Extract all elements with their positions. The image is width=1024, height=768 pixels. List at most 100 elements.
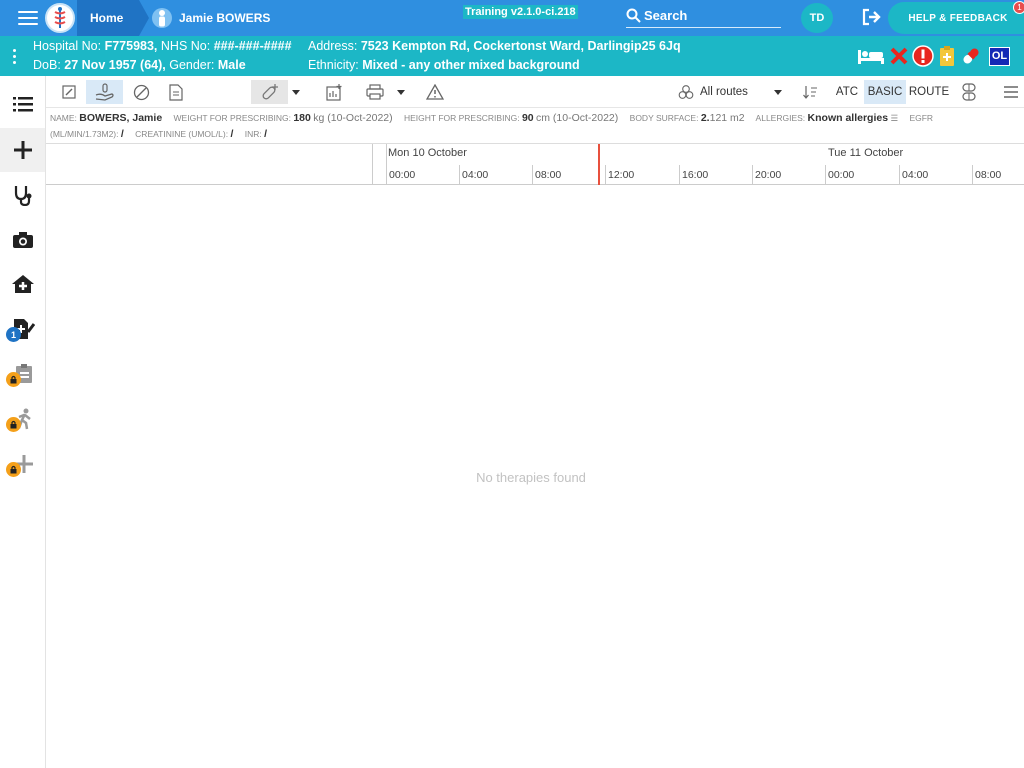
ol-badge[interactable]: OL [989,46,1010,66]
weight-unit: kg (10-Oct-2022) [313,112,393,124]
group-basic-button[interactable]: BASIC [864,80,906,104]
nhs-no-value: ###-###-#### [213,39,292,53]
gender-value: Male [217,58,246,72]
timeline-divider [372,144,373,185]
medical-home-icon [11,275,34,293]
logout-icon[interactable] [861,8,881,26]
allergies-menu-icon[interactable]: ☰ [890,113,898,123]
sidebar-count-badge: 1 [6,327,21,342]
more-options-icon[interactable] [13,49,17,67]
banner-address-line: Address: 7523 Kempton Rd, Cockertonst Wa… [308,39,681,53]
hospital-no-label: Hospital No: [33,39,102,53]
egfr-value: / [120,128,124,140]
warning-triangle-icon [426,84,444,100]
height-unit: cm (10-Oct-2022) [536,112,619,124]
breadcrumb-patient[interactable]: Jamie BOWERS [152,0,270,36]
caduceus-icon [54,7,66,28]
cross-alert-icon[interactable] [890,46,908,66]
print-dropdown[interactable] [395,80,407,104]
clipboard-alert-icon[interactable] [938,45,956,67]
dob-value: 27 Nov 1957 (64), [64,58,166,72]
help-feedback-button[interactable]: HELP & FEEDBACK [888,2,1024,34]
top-bar: Home Jamie BOWERS Training v2.1.0-ci.218… [0,0,1024,36]
lock-icon [10,465,17,474]
patient-banner: Hospital No: F775983, NHS No: ###-###-##… [0,36,1024,76]
routes-select[interactable]: All routes [678,80,788,104]
chevron-down-icon [397,89,405,95]
hand-pill-view-button[interactable] [86,80,123,104]
sidebar-item-home-care[interactable] [0,262,45,306]
weight-label: WEIGHT FOR PRESCRIBING: [173,113,291,123]
inr-value: / [264,128,268,140]
edit-view-button[interactable] [58,80,80,104]
sort-icon [803,86,817,99]
timeline-tick: 20:00 [752,165,781,185]
banner-dob-line: DoB: 27 Nov 1957 (64), Gender: Male [33,58,246,72]
group-route-button[interactable]: ROUTE [909,80,949,104]
breadcrumb-home[interactable]: Home [77,0,149,36]
user-avatar[interactable]: TD [801,3,833,33]
egfr-unit-label: (ML/MIN/1.73M2): [50,129,119,139]
search-field[interactable]: Search [626,4,781,28]
routes-select-label: All routes [700,86,748,98]
name-value: BOWERS, Jamie [79,112,163,124]
lock-badge-1 [6,372,21,387]
address-value: 7523 Kempton Rd, Cockertonst Ward, Darli… [360,39,681,53]
bsa-label: BODY SURFACE: [629,113,699,123]
bsa-unit: 121 m2 [709,112,745,124]
nhs-no-label: NHS No: [160,39,211,53]
dob-label: DoB: [33,58,61,72]
print-button[interactable] [364,80,386,104]
bed-icon[interactable] [856,46,886,66]
edit-icon [62,85,76,99]
allergies-label: ALLERGIES: [755,113,806,123]
egfr-label: EGFR [909,113,934,123]
calendar-add-icon [325,83,341,101]
hand-pill-icon [95,83,114,101]
patient-icon [152,8,172,28]
warnings-button[interactable] [424,80,446,104]
view-menu-button[interactable] [1000,80,1022,104]
creatinine-label: CREATININE (UMOL/L): [135,129,229,139]
group-atc-button[interactable]: ATC [833,80,861,104]
app-logo[interactable] [45,3,75,33]
routes-icon [678,85,694,99]
ethnicity-label: Ethnicity: [308,58,359,72]
search-icon [626,8,641,23]
hamburger-menu-icon[interactable] [18,9,38,27]
document-icon [169,83,183,101]
breadcrumb-patient-label: Jamie BOWERS [179,11,271,25]
sidebar-item-camera[interactable] [0,218,45,262]
timeline-tick: 16:00 [679,165,708,185]
sidebar-item-list[interactable] [0,82,45,126]
chevron-down-icon [292,89,300,95]
banner-ethnicity-line: Ethnicity: Mixed - any other mixed backg… [308,58,580,72]
height-label: HEIGHT FOR PRESCRIBING: [404,113,520,123]
sidebar: 1 [0,76,46,768]
timeline-tick: 08:00 [532,165,561,185]
timeline-tick: 04:00 [899,165,928,185]
measurements-row-2: (ML/MIN/1.73M2): / CREATININE (UMOL/L): … [50,126,1020,142]
group-custom-button[interactable] [958,80,980,104]
pill-icon[interactable] [960,45,982,67]
warning-alert-icon[interactable] [912,45,934,67]
add-medication-dropdown[interactable] [290,80,302,104]
stethoscope-icon [14,186,31,206]
address-label: Address: [308,39,358,53]
document-view-button[interactable] [166,80,186,104]
list-icon [12,97,33,112]
allergies-value[interactable]: Known allergies [808,112,889,124]
add-medication-button[interactable] [251,80,288,104]
stop-view-button[interactable] [130,80,152,104]
bsa-value: 2. [700,112,710,124]
chart-add-button[interactable] [324,80,344,104]
timeline-tick: 00:00 [825,165,854,185]
sort-button[interactable] [800,80,820,104]
pills-group-icon [962,83,976,101]
patient-measurements: NAME: BOWERS, Jamie WEIGHT FOR PRESCRIBI… [50,110,1020,142]
pill-add-icon [262,84,278,100]
weight-value: 180 [293,112,311,124]
timeline-day-1: Mon 10 October [388,147,467,159]
sidebar-item-add[interactable] [0,128,45,172]
sidebar-item-clinical[interactable] [0,173,45,217]
